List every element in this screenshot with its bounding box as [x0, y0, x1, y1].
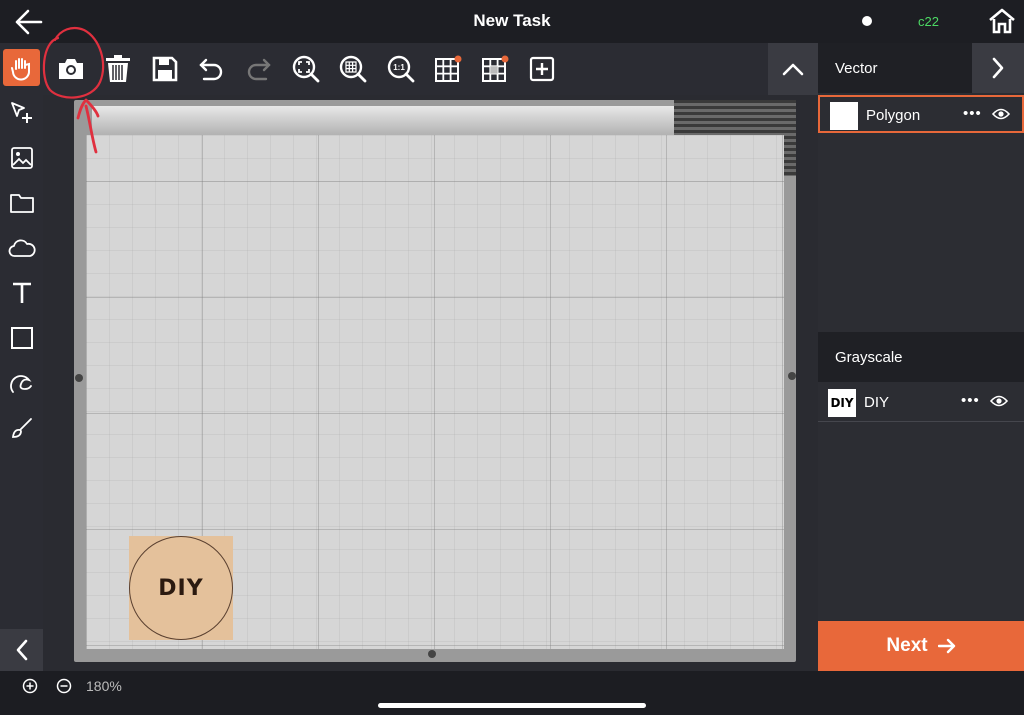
next-label: Next: [886, 635, 928, 656]
zoom-fit-icon[interactable]: [288, 51, 324, 87]
fixture-hole: [788, 372, 796, 380]
diy-engrave-object[interactable]: DIY: [129, 536, 233, 640]
folder-icon: [9, 193, 34, 213]
layer-thumbnail: DIY: [828, 389, 856, 417]
collapse-toolbar-button[interactable]: [768, 43, 818, 95]
layer-name: Polygon: [866, 107, 921, 124]
next-button[interactable]: Next: [818, 621, 1024, 671]
zoom-out-icon[interactable]: [56, 678, 72, 699]
hand-icon: [10, 57, 30, 80]
undo-icon[interactable]: [193, 51, 229, 87]
status-dot: [862, 16, 872, 26]
eye-icon[interactable]: [991, 107, 1011, 126]
brush-icon: [11, 417, 32, 438]
draw-tool[interactable]: [3, 364, 40, 401]
zoom-1to1-icon[interactable]: 1:1: [383, 51, 419, 87]
rectangle-tool[interactable]: [3, 319, 40, 356]
device-label: c22: [918, 14, 939, 29]
expand-panel-button[interactable]: [972, 43, 1024, 93]
bottom-bar: 180%: [0, 671, 1024, 715]
text-tool[interactable]: [3, 274, 40, 311]
grayscale-section-header: Grayscale: [818, 332, 1024, 382]
left-toolbar: [0, 43, 43, 671]
grid-settings-icon[interactable]: [477, 51, 513, 87]
more-options-icon[interactable]: •••: [961, 392, 980, 409]
folder-tool[interactable]: [3, 184, 40, 221]
fixture-hole: [428, 650, 436, 658]
layer-name: DIY: [864, 394, 890, 411]
toolbar: 1:1: [43, 43, 818, 95]
arrow-right-icon: [937, 638, 955, 654]
redo-icon[interactable]: [241, 51, 277, 87]
save-icon[interactable]: [147, 51, 183, 87]
grayscale-section-title: Grayscale: [835, 349, 903, 366]
more-options-icon[interactable]: •••: [963, 105, 982, 122]
cloud-tool[interactable]: [3, 229, 40, 266]
grid-icon[interactable]: [430, 51, 466, 87]
home-icon[interactable]: [988, 8, 1016, 34]
select-add-tool[interactable]: [3, 94, 40, 131]
chevron-right-icon: [992, 57, 1004, 79]
add-icon[interactable]: [524, 51, 560, 87]
chevron-up-icon: [782, 63, 804, 76]
select-add-icon: [10, 101, 32, 123]
collapse-left-button[interactable]: [0, 629, 43, 671]
rectangle-icon: [10, 326, 33, 349]
fixture-hole: [75, 374, 83, 382]
trash-icon[interactable]: [100, 51, 136, 87]
image-tool[interactable]: [3, 139, 40, 176]
home-indicator[interactable]: [378, 703, 646, 708]
divider: [818, 421, 1024, 422]
layer-thumbnail: [830, 102, 858, 130]
canvas-area[interactable]: DIY: [43, 95, 818, 671]
cloud-icon: [8, 239, 36, 257]
camera-preview[interactable]: DIY: [74, 100, 796, 662]
vector-section-title: Vector: [835, 60, 878, 77]
zoom-level: 180%: [86, 678, 122, 694]
zoom-1to1-label: 1:1: [393, 63, 405, 72]
draw-icon: [9, 374, 32, 393]
text-icon: [12, 282, 31, 303]
layers-panel: Vector Polygon ••• Grayscale DIY DIY •••: [818, 43, 1024, 671]
app: New Task c22 1:1 DIY Vector Polygon ••• …: [0, 0, 1024, 715]
chevron-left-icon: [16, 639, 27, 661]
layer-item-diy[interactable]: DIY DIY •••: [818, 384, 1024, 422]
zoom-grid-icon[interactable]: [335, 51, 371, 87]
image-icon: [10, 146, 33, 169]
layer-item-polygon[interactable]: Polygon •••: [818, 95, 1024, 133]
hand-tool[interactable]: [3, 49, 40, 86]
diy-engrave-text: DIY: [158, 576, 204, 601]
camera-icon[interactable]: [53, 51, 89, 87]
vector-section-header: Vector: [818, 43, 1024, 93]
top-bar: New Task c22: [0, 0, 1024, 43]
brush-tool[interactable]: [3, 409, 40, 446]
zoom-in-icon[interactable]: [22, 678, 38, 699]
eye-icon[interactable]: [989, 394, 1009, 413]
